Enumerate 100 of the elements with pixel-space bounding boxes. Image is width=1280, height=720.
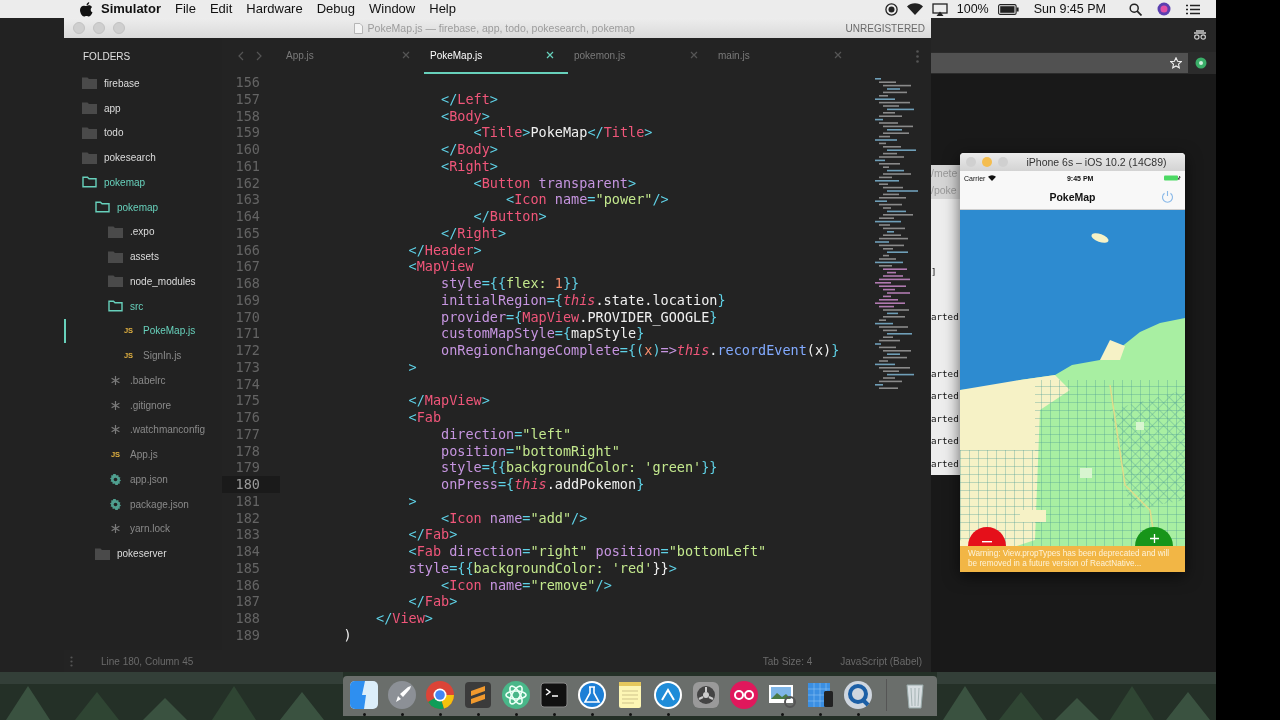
double-ring-icon[interactable] — [728, 679, 760, 711]
sidebar-heading: FOLDERS — [83, 51, 131, 62]
code-line: onRegionChangeComplete={(x)=>this.recordEvent(x)} — [440, 342, 840, 359]
circle-icon[interactable] — [1195, 57, 1207, 69]
tree-item[interactable]: .expo — [64, 219, 222, 245]
gear-icon — [110, 473, 121, 485]
line-number: 175 — [234, 392, 261, 409]
battery-icon[interactable] — [997, 3, 1019, 15]
record-icon[interactable] — [884, 2, 898, 16]
line-number: 174 — [234, 375, 261, 393]
tree-item[interactable]: app.json — [64, 467, 222, 492]
code-line: <Icon name="remove"/> — [440, 576, 612, 594]
code-line: style={{backgroundColor: 'red'}}> — [407, 559, 677, 577]
menu-item[interactable]: File — [167, 0, 203, 18]
menu-item[interactable]: Help — [422, 0, 463, 18]
tree-item[interactable]: .gitignore — [64, 392, 222, 418]
editor-tab[interactable]: App.js — [280, 38, 424, 74]
line-number: 188 — [234, 610, 261, 627]
line-number: 164 — [234, 208, 261, 225]
line-number: 162 — [234, 174, 261, 192]
terminal-line: arted — [931, 366, 959, 381]
document-icon — [353, 22, 363, 34]
line-number: 178 — [234, 442, 261, 460]
line-number: 168 — [234, 275, 261, 292]
tree-item[interactable]: pokemap — [64, 170, 222, 195]
tree-item[interactable]: .watchmanconfig — [64, 417, 222, 443]
caret-icon[interactable] — [652, 679, 684, 711]
terminal-line: arted — [931, 389, 959, 403]
tree-item[interactable]: node_modules — [64, 269, 222, 294]
line-number: 173 — [234, 358, 261, 376]
tree-item[interactable]: pokesearch — [64, 145, 222, 170]
license-label: UNREGISTERED — [845, 22, 926, 34]
list-icon[interactable] — [1186, 3, 1200, 15]
wifi-icon[interactable] — [906, 3, 923, 15]
tree-item[interactable]: .babelrc — [64, 368, 222, 393]
code-line: <Icon name="power"/> — [505, 191, 669, 208]
code-line: </Body> — [440, 141, 498, 158]
asterisk-icon — [111, 524, 120, 534]
code-line: </Fab> — [407, 593, 458, 610]
search-icon[interactable] — [1129, 2, 1142, 16]
menu-item[interactable]: Simulator — [93, 0, 168, 18]
line-number: 185 — [234, 559, 261, 577]
display-icon[interactable] — [931, 2, 948, 16]
code-line: <Icon name="add"/> — [440, 509, 588, 527]
menu-clock[interactable]: Sun 9:45 PM — [1033, 2, 1106, 16]
close-icon[interactable] — [546, 51, 554, 59]
line-number: 161 — [234, 157, 261, 175]
editor-tab[interactable]: main.js — [712, 38, 856, 74]
line-number: 170 — [234, 308, 261, 326]
flask-icon[interactable] — [576, 679, 608, 711]
apple-icon[interactable] — [80, 1, 93, 17]
code-line: style={{backgroundColor: 'green'}} — [440, 459, 718, 476]
minus-icon — [982, 541, 992, 543]
striped-square-icon[interactable] — [462, 679, 494, 711]
split-square-icon[interactable] — [348, 679, 380, 711]
line-number: 167 — [234, 258, 261, 275]
line-number: 187 — [234, 593, 261, 610]
line-number: 157 — [234, 90, 261, 108]
tree-item[interactable]: firebase — [64, 71, 222, 96]
menu-item[interactable]: Hardware — [239, 0, 310, 18]
line-number: 186 — [234, 576, 261, 594]
star-icon[interactable] — [1170, 57, 1182, 69]
asterisk-icon — [111, 425, 120, 435]
line-number: 183 — [234, 526, 261, 543]
menu-item[interactable]: Edit — [202, 0, 240, 18]
line-number: 156 — [234, 74, 261, 91]
segmented-circle-icon[interactable] — [424, 679, 456, 711]
editor-tab[interactable]: pokemon.js — [568, 38, 712, 74]
tree-item[interactable]: assets — [64, 244, 222, 269]
line-number: 159 — [234, 124, 261, 141]
magnifier-icon[interactable] — [842, 679, 874, 711]
atom-icon[interactable] — [500, 679, 532, 711]
terminal-icon[interactable] — [538, 679, 570, 711]
glasses-icon[interactable] — [1193, 30, 1207, 40]
terminal-line: ] — [931, 264, 937, 279]
tree-item[interactable]: todo — [64, 120, 222, 146]
gear-icon[interactable] — [690, 679, 722, 711]
menu-item[interactable]: Window — [362, 0, 423, 18]
tree-item[interactable]: pokeserver — [64, 541, 222, 566]
line-number: 160 — [234, 141, 261, 158]
menu-item[interactable]: Debug — [309, 0, 362, 18]
code-line: provider={MapView.PROVIDER_GOOGLE} — [440, 308, 718, 326]
tree-item[interactable]: src — [64, 293, 222, 319]
tree-item[interactable]: pokemap — [64, 194, 222, 220]
tree-item[interactable]: app — [64, 95, 222, 121]
window-title: iPhone 6s – iOS 10.2 (14C89) — [1025, 156, 1168, 168]
tree-item[interactable]: package.json — [64, 491, 222, 517]
orb-icon[interactable] — [1157, 2, 1171, 16]
code-line: </Left> — [440, 90, 498, 108]
code-line: ) — [342, 626, 352, 644]
warning-banner: Warning: View.propTypes has been deprecated and will be removed in a future version of ReactNative... — [960, 546, 1185, 572]
code-line: </Button> — [472, 208, 547, 225]
line-number: 176 — [234, 409, 261, 426]
asterisk-icon — [111, 400, 120, 410]
line-number: 171 — [234, 325, 261, 342]
line-number: 184 — [234, 543, 261, 560]
battery-icon — [1164, 175, 1181, 181]
rocket-icon[interactable] — [386, 679, 418, 711]
tree-item[interactable]: yarn.lock — [64, 516, 222, 542]
code-line: > — [407, 358, 417, 376]
